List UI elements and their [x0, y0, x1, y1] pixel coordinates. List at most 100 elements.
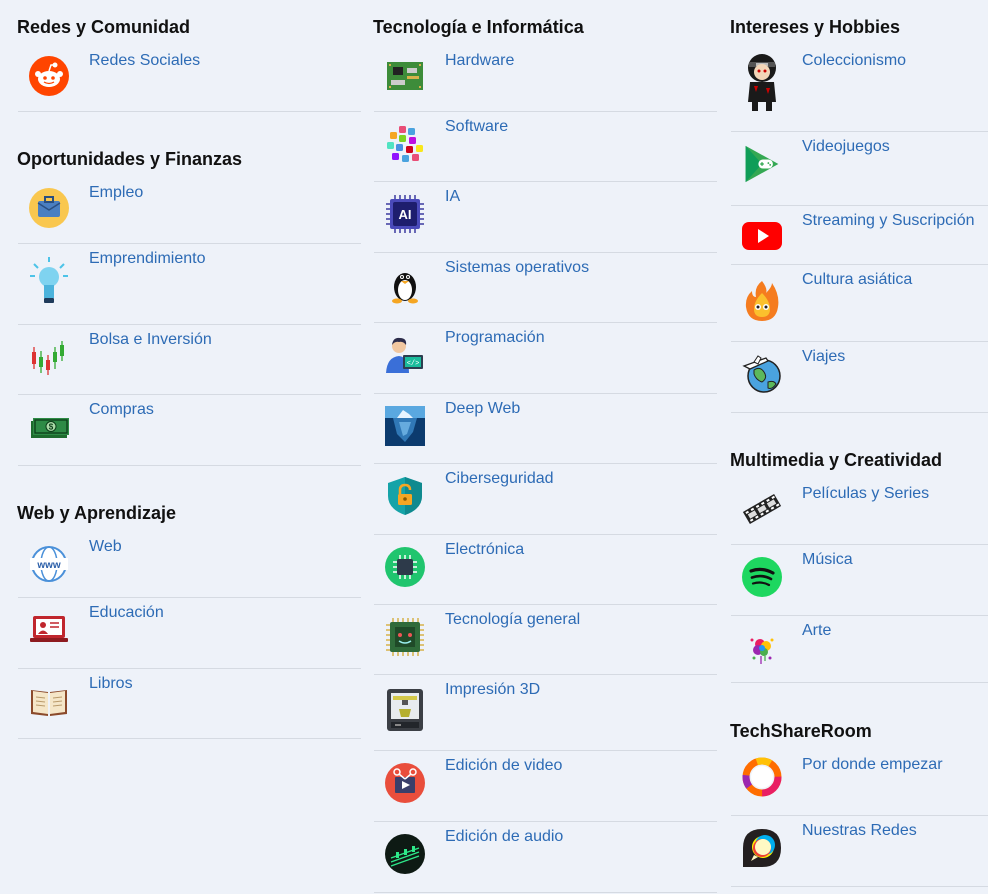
- link-nuestras-redes[interactable]: Nuestras Redes: [731, 816, 988, 887]
- item-label: IA: [445, 188, 461, 205]
- item-label: Tecnología general: [445, 611, 581, 628]
- teacher-screen-icon: [29, 610, 69, 650]
- svg-text:AI: AI: [399, 207, 412, 222]
- item-label: Hardware: [445, 52, 515, 69]
- link-redes-sociales[interactable]: Redes Sociales: [18, 46, 361, 112]
- figure-icon: [742, 52, 782, 112]
- link-educacion[interactable]: Educación: [18, 598, 361, 669]
- item-label: Música: [802, 551, 853, 568]
- item-label: Videojuegos: [802, 138, 890, 155]
- tux-penguin-icon: [385, 265, 425, 305]
- item-label: Web: [89, 538, 122, 555]
- ring-icon: [742, 757, 782, 797]
- section-title: Oportunidades y Finanzas: [17, 149, 243, 169]
- play-games-icon: [742, 144, 782, 184]
- audio-editing-icon: [385, 834, 425, 874]
- item-label: Libros: [89, 675, 133, 692]
- svg-text:</>: </>: [407, 360, 420, 368]
- chat-bubble-icon: [742, 828, 782, 868]
- link-hardware[interactable]: Hardware: [374, 46, 717, 112]
- chip-icon: [385, 547, 425, 587]
- section-title: Redes y Comunidad: [17, 17, 191, 37]
- item-label: Nuestras Redes: [802, 822, 917, 839]
- ai-chip-icon: AI: [385, 194, 425, 234]
- item-label: Deep Web: [445, 400, 521, 417]
- item-label: Emprendimiento: [89, 250, 206, 267]
- link-deep-web[interactable]: Deep Web: [374, 394, 717, 464]
- item-label: Viajes: [802, 348, 846, 365]
- link-impresion-3d[interactable]: Impresión 3D: [374, 675, 717, 751]
- item-label: Redes Sociales: [89, 52, 201, 69]
- link-musica[interactable]: Música: [731, 545, 988, 616]
- app-icons-icon: [385, 124, 425, 164]
- link-por-donde-empezar[interactable]: Por donde empezar: [731, 750, 988, 816]
- processor-icon: [385, 617, 425, 657]
- link-peliculas-series[interactable]: Películas y Series: [731, 479, 988, 545]
- svg-text:www: www: [36, 560, 61, 571]
- link-web[interactable]: www Web: [18, 532, 361, 598]
- item-label: Ciberseguridad: [445, 470, 554, 487]
- link-electronica[interactable]: Electrónica: [374, 535, 717, 605]
- candlestick-icon: [29, 337, 69, 377]
- lightbulb-icon: [29, 256, 69, 306]
- item-label: Compras: [89, 401, 154, 418]
- link-coleccionismo[interactable]: Coleccionismo: [731, 46, 988, 132]
- link-viajes[interactable]: Viajes: [731, 342, 988, 413]
- link-bolsa-inversion[interactable]: Bolsa e Inversión: [18, 325, 361, 395]
- item-label: Programación: [445, 329, 545, 346]
- link-edicion-video[interactable]: Edición de video: [374, 751, 717, 822]
- link-streaming[interactable]: Streaming y Suscripción: [731, 206, 988, 265]
- item-label: Impresión 3D: [445, 681, 541, 698]
- link-programacion[interactable]: </> Programación: [374, 323, 717, 394]
- link-arte[interactable]: Arte: [731, 616, 988, 683]
- link-sistemas-operativos[interactable]: Sistemas operativos: [374, 253, 717, 323]
- item-label: Edición de audio: [445, 828, 564, 845]
- link-ciberseguridad[interactable]: Ciberseguridad: [374, 464, 717, 535]
- link-tecnologia-general[interactable]: Tecnología general: [374, 605, 717, 675]
- item-label: Arte: [802, 622, 832, 639]
- section-title: Web y Aprendizaje: [17, 503, 177, 523]
- 3d-printer-icon: [385, 687, 425, 733]
- iceberg-icon: [385, 406, 425, 446]
- programmer-icon: </>: [385, 335, 425, 375]
- item-label: Coleccionismo: [802, 52, 907, 69]
- item-label: Software: [445, 118, 509, 135]
- link-videojuegos[interactable]: Videojuegos: [731, 132, 988, 206]
- globe-plane-icon: [742, 354, 782, 394]
- reddit-icon: [29, 56, 69, 96]
- item-label: Por donde empezar: [802, 756, 943, 773]
- video-editing-icon: [385, 763, 425, 803]
- item-label: Edición de video: [445, 757, 563, 774]
- link-emprendimiento[interactable]: Emprendimiento: [18, 244, 361, 325]
- youtube-icon: [742, 216, 782, 256]
- item-label: Sistemas operativos: [445, 259, 590, 276]
- section-title: Intereses y Hobbies: [730, 17, 901, 37]
- circuit-board-icon: [385, 56, 425, 96]
- fire-spirit-icon: [742, 279, 782, 323]
- link-edicion-audio[interactable]: Edición de audio: [374, 822, 717, 893]
- www-globe-icon: www: [29, 544, 69, 584]
- open-book-icon: [29, 681, 69, 721]
- item-label: Bolsa e Inversión: [89, 331, 212, 348]
- item-label: Películas y Series: [802, 485, 930, 502]
- item-label: Educación: [89, 604, 164, 621]
- section-title: TechShareRoom: [730, 721, 872, 741]
- section-title: Multimedia y Creatividad: [730, 450, 943, 470]
- item-label: Cultura asiática: [802, 271, 913, 288]
- briefcase-icon: [29, 188, 69, 228]
- paint-splash-icon: [742, 628, 782, 668]
- spotify-icon: [742, 557, 782, 597]
- link-cultura-asiatica[interactable]: Cultura asiática: [731, 265, 988, 342]
- money-icon: $: [29, 407, 69, 447]
- link-libros[interactable]: Libros: [18, 669, 361, 739]
- link-empleo[interactable]: Empleo: [18, 178, 361, 244]
- link-software[interactable]: Software: [374, 112, 717, 182]
- film-strip-icon: [742, 489, 782, 529]
- link-ia[interactable]: AI IA: [374, 182, 717, 253]
- item-label: Streaming y Suscripción: [802, 212, 975, 229]
- item-label: Empleo: [89, 184, 144, 201]
- svg-text:$: $: [49, 423, 54, 432]
- shield-lock-icon: [385, 476, 425, 516]
- item-label: Electrónica: [445, 541, 525, 558]
- link-compras[interactable]: $ Compras: [18, 395, 361, 466]
